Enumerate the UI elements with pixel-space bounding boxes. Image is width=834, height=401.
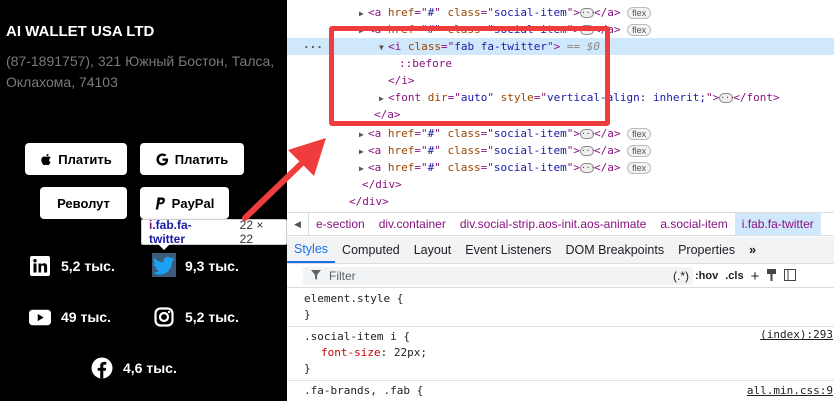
cls-toggle[interactable]: .cls	[725, 270, 743, 282]
dom-line-close-div-1[interactable]: </div>	[287, 176, 834, 193]
more-tabs-icon[interactable]: »	[742, 237, 763, 263]
social-item-instagram[interactable]: 5,2 тыс.	[153, 306, 239, 328]
company-name: AI WALLET USA LTD	[6, 23, 155, 40]
revolut-button[interactable]: Револут	[40, 187, 127, 219]
twitter-count: 9,3 тыс.	[185, 258, 239, 274]
twitter-icon	[153, 255, 175, 277]
google-pay-label: Платить	[174, 151, 229, 167]
paypal-icon	[155, 197, 166, 210]
youtube-count: 49 тыс.	[61, 309, 111, 325]
breadcrumb-scroll-left-icon[interactable]: ◀	[287, 213, 309, 235]
linkedin-icon	[29, 255, 51, 277]
flex-badge[interactable]: flex	[627, 7, 652, 19]
breadcrumb-item[interactable]: div.social-strip.aos-init.aos-animate	[453, 217, 654, 231]
ellipsis-icon[interactable]: ···	[579, 146, 595, 156]
tab-properties[interactable]: Properties	[671, 237, 742, 263]
breadcrumb-item[interactable]: a.social-item	[653, 217, 734, 231]
rule-source-link[interactable]: (index):293	[760, 327, 833, 343]
paypal-button[interactable]: PayPal	[140, 187, 229, 219]
annotation-red-box	[329, 26, 610, 126]
google-icon	[156, 152, 169, 166]
youtube-icon	[29, 306, 51, 328]
styles-filter-bar: Filter (.*) :hov .cls +	[287, 265, 834, 288]
expand-arrow-icon[interactable]: ▶	[359, 5, 368, 22]
rule-declaration[interactable]: font-size: 22px;	[321, 345, 427, 361]
tab-styles[interactable]: Styles	[287, 237, 336, 263]
tooltip-dimensions: 22 × 22	[239, 218, 264, 246]
expand-arrow-icon[interactable]: ▶	[359, 160, 368, 177]
filter-icon	[311, 269, 321, 283]
filter-input[interactable]: Filter (.*)	[303, 267, 693, 285]
flex-badge[interactable]: flex	[627, 128, 652, 140]
webpage-panel: AI WALLET USA LTD (87-1891757), 321 Южны…	[0, 0, 287, 401]
flex-badge[interactable]: flex	[627, 162, 652, 174]
expand-arrow-icon[interactable]: ▶	[359, 126, 368, 143]
breadcrumb: ◀ e-section div.container div.social-str…	[287, 212, 834, 236]
tab-dom-breakpoints[interactable]: DOM Breakpoints	[558, 237, 671, 263]
social-item-facebook[interactable]: 4,6 тыс.	[91, 357, 177, 379]
tab-layout[interactable]: Layout	[407, 237, 459, 263]
apple-pay-label: Платить	[58, 151, 112, 167]
apple-icon	[40, 153, 52, 166]
rule-selector[interactable]: element.style {	[304, 292, 403, 305]
flex-badge[interactable]: flex	[627, 24, 652, 36]
facebook-icon	[91, 357, 113, 379]
google-pay-button[interactable]: Платить	[140, 143, 244, 175]
dom-line-a-5[interactable]: ▶ <a href="#" class="social-item">···</a>…	[287, 159, 834, 176]
expand-arrow-icon[interactable]: ▶	[359, 143, 368, 160]
regex-toggle[interactable]: (.*)	[673, 269, 689, 283]
instagram-icon	[153, 306, 175, 328]
tab-computed[interactable]: Computed	[335, 237, 407, 263]
apple-pay-button[interactable]: Платить	[25, 143, 127, 175]
company-address: (87-1891757), 321 Южный Бостон, Талса, О…	[6, 53, 275, 90]
linkedin-count: 5,2 тыс.	[61, 258, 115, 274]
rule-element-style: element.style { }	[287, 289, 834, 327]
instagram-count: 5,2 тыс.	[185, 309, 239, 325]
tooltip-selector: i.fab.fa-twitter	[149, 218, 192, 246]
new-rule-plus-icon[interactable]: +	[751, 268, 760, 285]
dom-tree: ▶ <a href="#" class="social-item">···</a>…	[287, 0, 834, 212]
rule-social-item-i: .social-item i { (index):293 font-size: …	[287, 327, 834, 381]
ellipsis-icon[interactable]: ···	[579, 8, 595, 18]
rule-source-link[interactable]: all.min.css:9	[747, 383, 833, 399]
ellipsis-icon[interactable]: ···	[579, 129, 595, 139]
revolut-label: Револут	[57, 195, 110, 211]
devtools-panel: ▶ <a href="#" class="social-item">···</a>…	[287, 0, 834, 401]
rule-selector[interactable]: .social-item i {	[304, 330, 410, 343]
flex-badge[interactable]: flex	[627, 145, 652, 157]
social-item-twitter[interactable]: 9,3 тыс.	[153, 255, 239, 277]
filter-placeholder: Filter	[329, 269, 356, 283]
ellipsis-icon[interactable]: ···	[579, 163, 595, 173]
breadcrumb-item-active[interactable]: i.fab.fa-twitter	[734, 213, 821, 235]
breadcrumb-item[interactable]: div.container	[372, 217, 453, 231]
facebook-count: 4,6 тыс.	[123, 360, 177, 376]
inspect-tooltip: i.fab.fa-twitter 22 × 22	[141, 218, 287, 250]
social-item-youtube[interactable]: 49 тыс.	[29, 306, 111, 328]
dom-line-a-4[interactable]: ▶ <a href="#" class="social-item">···</a>…	[287, 142, 834, 159]
rule-selector[interactable]: .fa-brands, .fab {	[304, 384, 423, 397]
dom-line-a-3[interactable]: ▶ <a href="#" class="social-item">···</a>…	[287, 125, 834, 142]
more-options-icon[interactable]: ···	[303, 41, 323, 54]
ellipsis-icon[interactable]: ···	[719, 93, 735, 103]
breadcrumb-item[interactable]: e-section	[309, 217, 372, 231]
tab-event-listeners[interactable]: Event Listeners	[458, 237, 558, 263]
dom-line-close-div-2[interactable]: </div>	[287, 193, 834, 210]
paint-brush-icon[interactable]	[766, 268, 777, 284]
rule-fa-brands: .fa-brands, .fab { all.min.css:9	[287, 381, 834, 401]
toggle-sidebar-icon[interactable]	[784, 268, 797, 284]
paypal-label: PayPal	[171, 195, 215, 211]
dom-line-a-1[interactable]: ▶ <a href="#" class="social-item">···</a>…	[287, 4, 834, 21]
social-item-linkedin[interactable]: 5,2 тыс.	[29, 255, 115, 277]
devtools-subtabs: Styles Computed Layout Event Listeners D…	[287, 237, 834, 264]
hov-toggle[interactable]: :hov	[695, 270, 718, 282]
